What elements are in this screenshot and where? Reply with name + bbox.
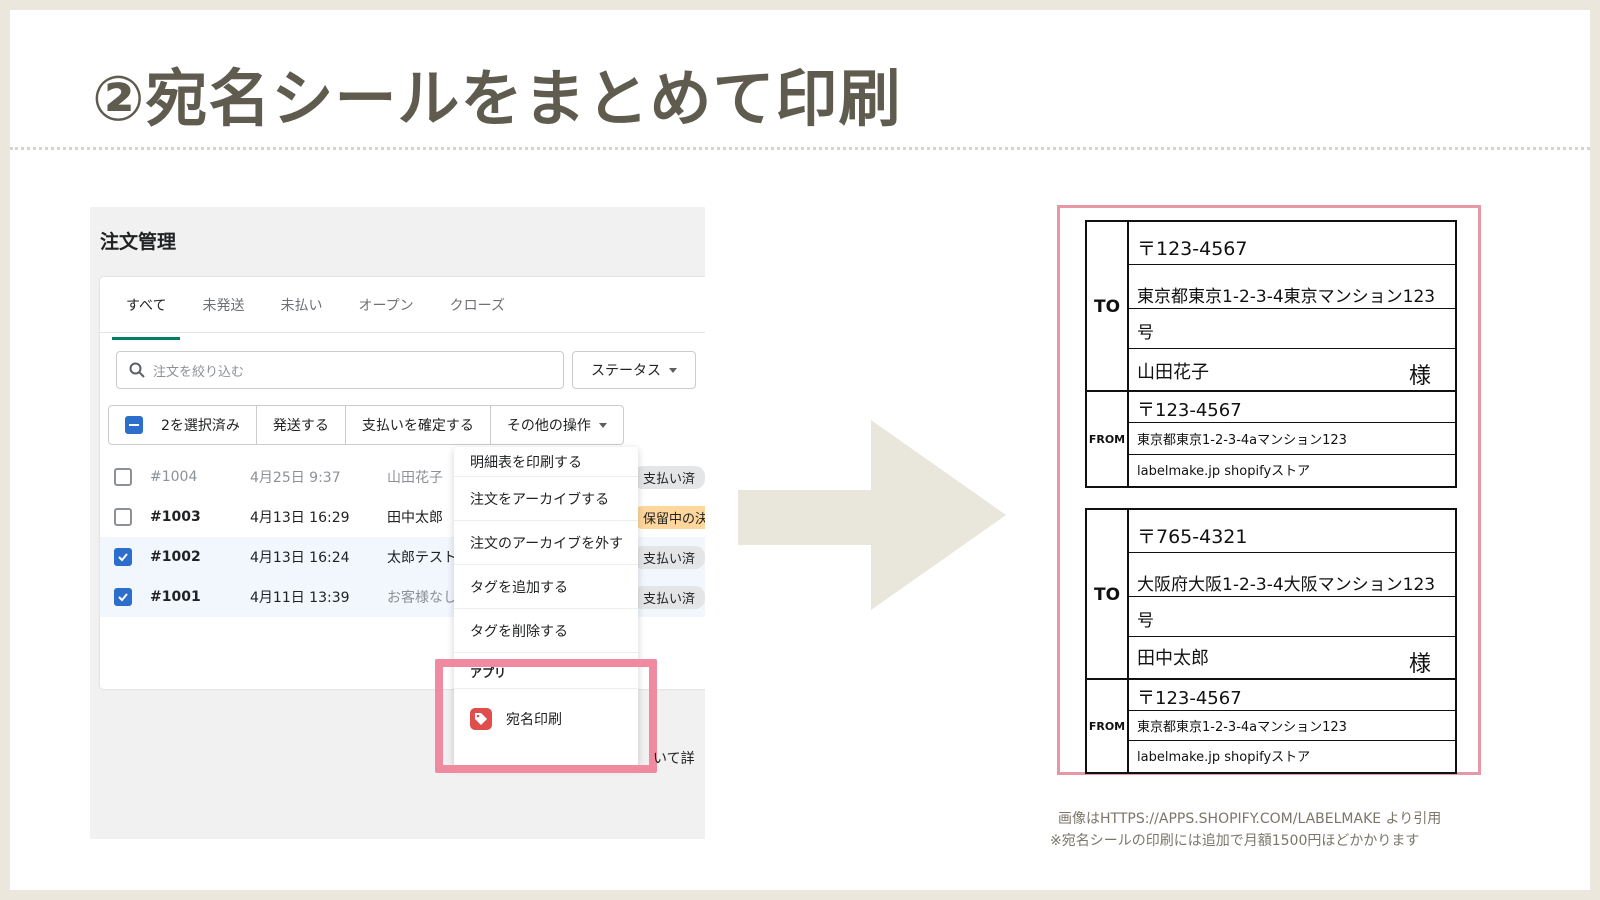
tab-unfulfilled[interactable]: 未発送 [188,295,258,340]
arrow-right-icon [738,420,1006,610]
to-postal-code: 〒123-4567 [1137,238,1248,260]
chevron-down-icon [598,422,607,428]
label-rule [1129,710,1455,711]
search-placeholder: 注文を絞り込む [153,364,245,380]
order-date: 4月25日 9:37 [250,470,341,486]
checkbox-indeterminate-icon[interactable] [125,416,143,434]
from-tag: FROM [1088,432,1126,446]
from-tag: FROM [1088,719,1126,733]
tab-all[interactable]: すべて [112,295,181,340]
label-rule [1129,308,1455,309]
confirm-payment-button[interactable]: 支払いを確定する [346,406,491,444]
payment-status-badge: 保留中の決 [633,505,705,529]
menu-item-archive[interactable]: 注文をアーカイブする [454,477,638,521]
more-actions-button[interactable]: その他の操作 [491,406,623,444]
slide: ②宛名シールをまとめて印刷 注文管理 すべて 未発送 未払い オープン クローズ… [10,10,1590,890]
label-divider [1087,678,1457,680]
label-rule [1129,740,1455,741]
to-name: 田中太郎 [1137,648,1209,669]
search-input[interactable]: 注文を絞り込む [116,351,564,389]
search-icon [129,362,145,378]
order-customer: 山田花子 [387,470,443,486]
footnote: 画像はHTTPS://APPS.SHOPIFY.COM/LABELMAKE より… [1050,808,1441,852]
selected-count: 2を選択済み [161,418,240,434]
menu-item-unarchive[interactable]: 注文のアーカイブを外す [454,521,638,565]
label-divider [1087,390,1457,392]
status-filter-label: ステータス [591,363,661,379]
status-filter-button[interactable]: ステータス [572,351,696,389]
to-name: 山田花子 [1137,362,1209,383]
to-address-line-1: 大阪府大阪1-2-3-4大阪マンション123 [1137,575,1436,595]
from-name: labelmake.jp shopifyストア [1137,750,1311,765]
payment-status-badge: 支払い済 [633,465,705,489]
chevron-down-icon [669,367,677,373]
label-rule [1129,422,1455,423]
more-actions-label: その他の操作 [506,418,591,434]
order-number[interactable]: #1002 [150,549,201,565]
order-date: 4月11日 13:39 [250,590,350,606]
tab-open[interactable]: オープン [344,295,427,340]
source-credit: 画像はHTTPS://APPS.SHOPIFY.COM/LABELMAKE より… [1058,811,1442,827]
order-tabs: すべて 未発送 未払い オープン クローズ [112,295,527,340]
label-rule [1129,264,1455,265]
tabs-divider [100,332,705,333]
to-address-line-2: 号 [1137,611,1154,631]
order-date: 4月13日 16:24 [250,550,350,566]
bulk-actions-bar: 2を選択済み 発送する 支払いを確定する その他の操作 [108,405,624,445]
row-checkbox[interactable] [114,548,132,566]
dotted-divider [10,147,1590,150]
ship-button[interactable]: 発送する [257,406,346,444]
to-tag: TO [1093,297,1121,317]
check-icon [118,593,128,602]
honorific: 様 [1408,364,1431,389]
highlight-frame [435,659,657,773]
to-postal-code: 〒765-4321 [1137,526,1248,548]
slide-title: ②宛名シールをまとめて印刷 [92,62,902,135]
payment-status-badge: 支払い済 [633,545,705,569]
label-rule [1129,636,1455,637]
order-customer: 田中太郎 [387,510,443,526]
order-date: 4月13日 16:29 [250,510,350,526]
menu-item-print-packing-slip[interactable]: 明細表を印刷する [454,447,638,477]
from-address: 東京都東京1-2-3-4aマンション123 [1137,433,1347,448]
order-customer: お客様なし [387,590,457,606]
from-postal-code: 〒123-4567 [1137,400,1242,421]
payment-status-badge: 支払い済 [633,585,705,609]
address-label: TO FROM 〒765-4321 大阪府大阪1-2-3-4大阪マンション123… [1085,508,1457,774]
select-all-toggle[interactable]: 2を選択済み [109,406,257,444]
check-icon [118,553,128,562]
order-customer: 太郎テスト [387,550,457,566]
from-postal-code: 〒123-4567 [1137,688,1242,709]
truncated-text: いて詳 [653,751,695,767]
row-checkbox[interactable] [114,468,132,486]
order-number[interactable]: #1001 [150,589,201,605]
pricing-note: ※宛名シールの印刷には追加で月額1500円ほどかかります [1050,833,1420,849]
menu-item-remove-tag[interactable]: タグを削除する [454,609,638,653]
label-rule [1129,348,1455,349]
to-address-line-1: 東京都東京1-2-3-4東京マンション123 [1137,287,1436,307]
from-address: 東京都東京1-2-3-4aマンション123 [1137,720,1347,735]
menu-item-add-tag[interactable]: タグを追加する [454,565,638,609]
page-title: 注文管理 [100,231,177,253]
tab-closed[interactable]: クローズ [436,295,519,340]
order-management-screenshot: 注文管理 すべて 未発送 未払い オープン クローズ 注文を絞り込む ステータス [90,207,705,839]
order-number[interactable]: #1003 [150,509,201,525]
from-name: labelmake.jp shopifyストア [1137,464,1311,479]
address-label: TO FROM 〒123-4567 東京都東京1-2-3-4東京マンション123… [1085,220,1457,488]
to-address-line-2: 号 [1137,323,1154,343]
row-checkbox[interactable] [114,588,132,606]
label-rule [1129,552,1455,553]
row-checkbox[interactable] [114,508,132,526]
to-tag: TO [1093,585,1121,605]
order-number[interactable]: #1004 [150,469,197,485]
tab-unpaid[interactable]: 未払い [266,295,336,340]
address-labels-preview: TO FROM 〒123-4567 東京都東京1-2-3-4東京マンション123… [1057,205,1481,775]
label-rule [1129,596,1455,597]
honorific: 様 [1408,652,1431,677]
label-rule [1129,454,1455,455]
